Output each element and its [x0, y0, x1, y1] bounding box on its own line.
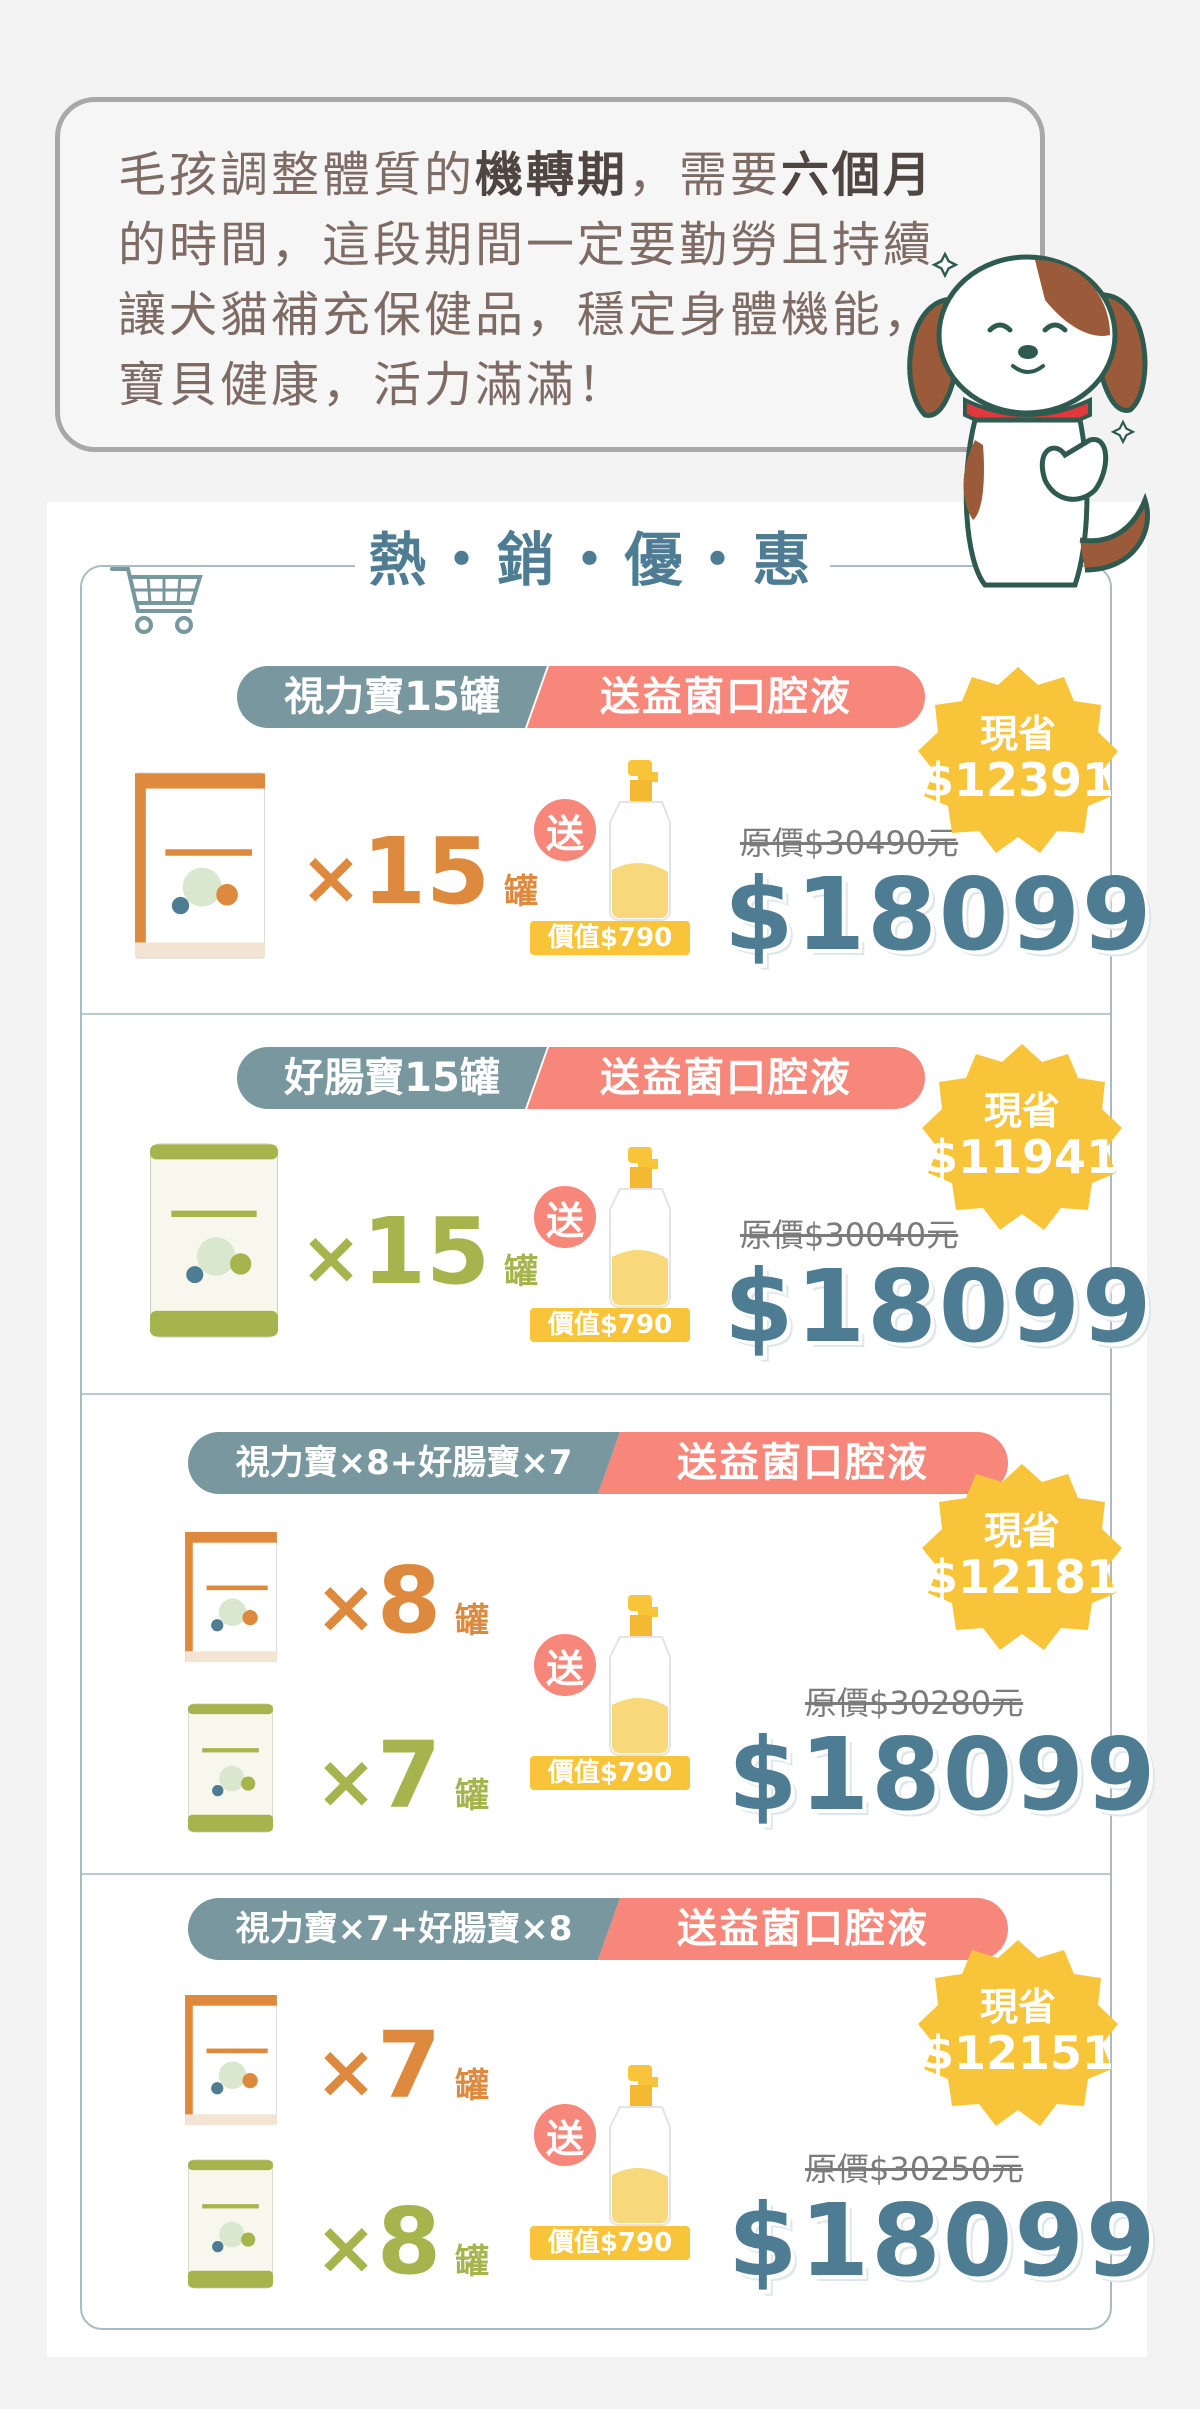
gift-item: 送 價值$790: [530, 1590, 695, 1790]
intro-line-2: 的時間，這段期間一定要勤勞且持續: [118, 217, 935, 273]
gift-badge: 送: [530, 2100, 600, 2170]
sale-price: $18099: [724, 1248, 1154, 1365]
offer-divider: [82, 1013, 1110, 1015]
offer-tag: 視力寶15罐 送益菌口腔液: [237, 666, 925, 728]
oral-spray-bottle-image: [609, 759, 671, 921]
savings-badge-text: 現省 $12181: [925, 1509, 1119, 1604]
sale-price: $18099: [728, 1716, 1158, 1833]
quantity-label: ×7 罐: [315, 1722, 490, 1829]
quantity-label: ×8 罐: [315, 1547, 490, 1654]
savings-badge-text: 現省 $12391: [921, 712, 1115, 807]
offer-tag: 視力寶×8+好腸寶×7 送益菌口腔液: [188, 1432, 1008, 1494]
quantity-label: ×15 罐: [300, 818, 539, 925]
dog-mascot-icon: [907, 251, 1150, 588]
section-title: 熱・銷・優・惠: [368, 526, 817, 594]
intro-line-4: 寶貝健康，活力滿滿！: [118, 357, 629, 413]
intro-line-3: 讓犬貓補充保健品，穩定身體機能，: [118, 287, 935, 343]
quantity-label: ×8 罐: [315, 2188, 490, 2295]
gift-value: 價值$790: [530, 921, 690, 955]
offer-tag-product: 好腸寶15罐: [237, 1047, 547, 1109]
gift-value: 價值$790: [530, 1308, 690, 1342]
product-image-pet-eye: [185, 1995, 277, 2125]
offer-tag-product: 視力寶15罐: [237, 666, 547, 728]
offer-tag-product: 視力寶×8+好腸寶×7: [188, 1432, 620, 1494]
gift-value: 價值$790: [530, 1756, 690, 1790]
savings-badge-text: 現省 $12151: [921, 1985, 1115, 2080]
gift-item: 送 價值$790: [530, 1142, 695, 1342]
product-image-pet-eye: [135, 772, 265, 959]
offer-tag-gift: 送益菌口腔液: [527, 666, 925, 728]
offer-divider: [82, 1393, 1110, 1395]
quantity-label: ×7 罐: [315, 2012, 490, 2119]
gift-badge: 送: [530, 1182, 600, 1252]
product-image-probiotics: [188, 2159, 273, 2289]
product-image-pet-eye: [185, 1532, 277, 1662]
gift-badge: 送: [530, 795, 600, 865]
sale-price: $18099: [724, 856, 1154, 973]
offer-tag-product: 視力寶×7+好腸寶×8: [188, 1898, 620, 1960]
savings-badge-text: 現省 $11941: [925, 1089, 1119, 1184]
offer-divider: [82, 1873, 1110, 1875]
oral-spray-bottle-image: [609, 1594, 671, 1756]
gift-badge: 送: [530, 1630, 600, 1700]
gift-value: 價值$790: [530, 2226, 690, 2260]
offer-tag: 視力寶×7+好腸寶×8 送益菌口腔液: [188, 1898, 1008, 1960]
product-image-probiotics: [188, 1703, 273, 1833]
shopping-cart-icon: [110, 567, 203, 634]
oral-spray-bottle-image: [609, 2064, 671, 2226]
quantity-label: ×15 罐: [300, 1198, 539, 1305]
offer-tag-gift: 送益菌口腔液: [527, 1047, 925, 1109]
sale-price: $18099: [728, 2182, 1158, 2299]
offer-tag: 好腸寶15罐 送益菌口腔液: [237, 1047, 925, 1109]
product-image-probiotics: [150, 1143, 278, 1338]
gift-item: 送 價值$790: [530, 2060, 695, 2260]
intro-line-1: 毛孩調整體質的機轉期，需要六個月: [118, 147, 935, 203]
gift-item: 送 價值$790: [530, 755, 695, 955]
oral-spray-bottle-image: [609, 1146, 671, 1308]
intro-bubble: 毛孩調整體質的機轉期，需要六個月 的時間，這段期間一定要勤勞且持續 讓犬貓補充保…: [55, 97, 1045, 452]
